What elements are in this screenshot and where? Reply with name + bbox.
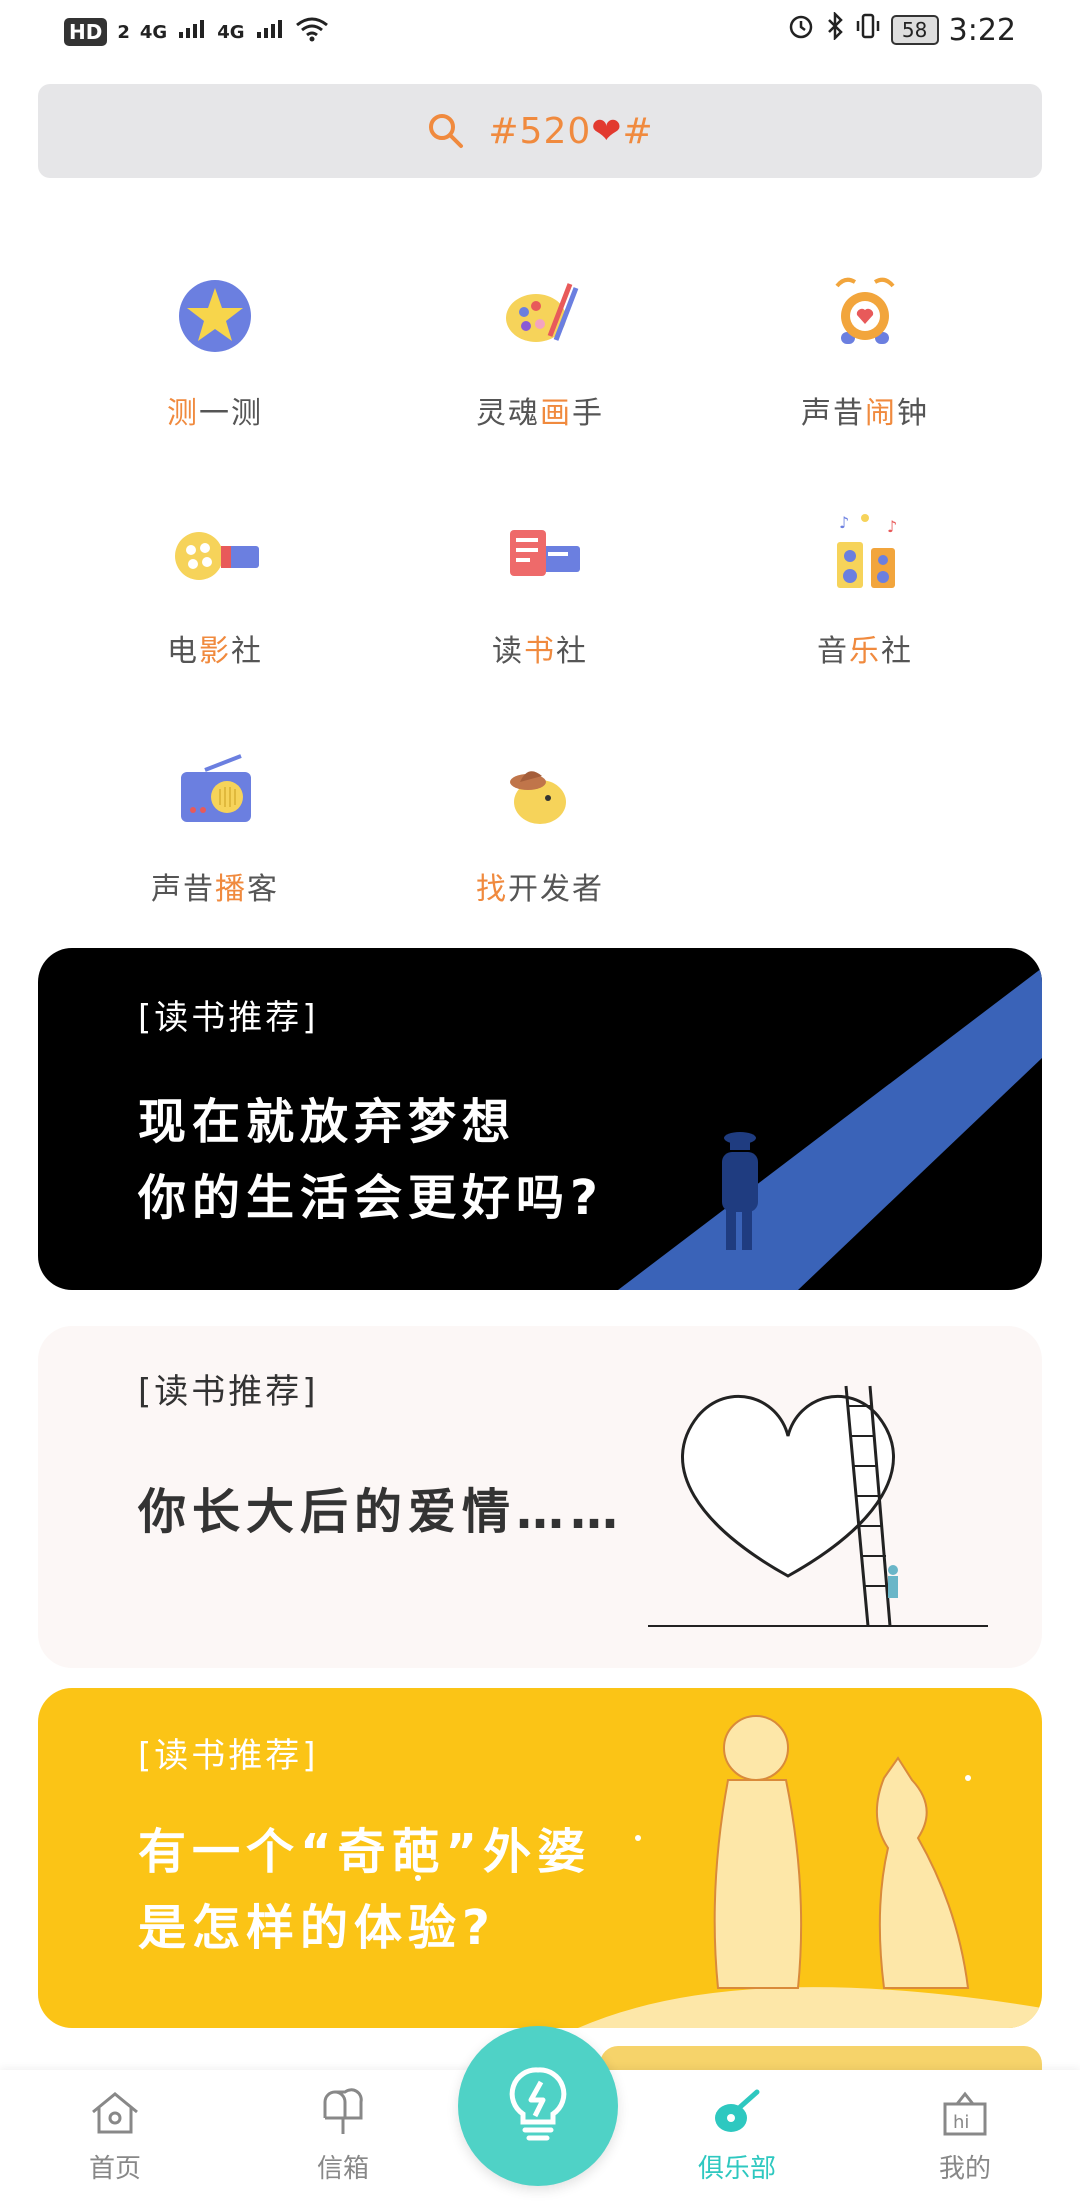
feature-label: 声昔闹钟 — [801, 396, 929, 431]
search-text-prefix: #520 — [488, 110, 592, 152]
mailbox-icon — [315, 2088, 371, 2142]
book-icon — [490, 504, 590, 604]
radio-icon — [165, 742, 265, 842]
signal-icon-2 — [255, 18, 285, 46]
lightbulb-fab-button[interactable] — [458, 2026, 618, 2186]
card-title-line: 是怎样的体验? — [138, 1900, 496, 1956]
tab-label: 我的 — [938, 2154, 991, 2184]
bluetooth-icon — [825, 10, 845, 48]
search-icon — [426, 111, 466, 151]
home-icon — [87, 2092, 143, 2142]
signal-icon-1 — [177, 18, 207, 46]
search-text-suffix: # — [622, 110, 654, 152]
feature-label: 找开发者 — [476, 872, 604, 907]
network-type-2: 4G — [217, 21, 245, 43]
feature-label: 声昔播客 — [151, 872, 279, 907]
feature-label: 灵魂画手 — [476, 396, 604, 431]
svg-text:♪: ♪ — [887, 517, 897, 536]
guitar-icon — [709, 2089, 765, 2142]
status-bar: HD 2 4G 4G 58 3:22 — [0, 0, 1080, 70]
card-tag: [读书推荐] — [138, 1372, 319, 1412]
feature-test[interactable]: 测一测 — [65, 266, 365, 432]
feature-podcast[interactable]: 声昔播客 — [65, 742, 365, 908]
card-title-line: 现在就放弃梦想 — [138, 1094, 517, 1150]
clock-time: 3:22 — [948, 12, 1016, 48]
card-title-line: 你的生活会更好吗? — [138, 1170, 604, 1226]
tab-mine[interactable]: hi 我的 — [900, 2088, 1030, 2185]
alarm-clock-icon — [815, 266, 915, 366]
search-hashtag: #520❤# — [488, 111, 653, 152]
vibrate-icon — [855, 12, 881, 48]
hi-box-icon: hi — [937, 2091, 993, 2142]
book-recommend-card-1[interactable]: [读书推荐] 现在就放弃梦想 你的生活会更好吗? — [38, 948, 1042, 1290]
feature-label: 测一测 — [167, 396, 263, 431]
feature-film-club[interactable]: 电影社 — [65, 504, 365, 670]
book-recommend-card-3[interactable]: [读书推荐] 有一个“奇葩”外婆 是怎样的体验? — [38, 1688, 1042, 2028]
wifi-icon — [295, 16, 329, 48]
card-title: 有一个“奇葩”外婆 是怎样的体验? — [138, 1814, 591, 1966]
card-title: 现在就放弃梦想 你的生活会更好吗? — [138, 1084, 604, 1236]
battery-level: 58 — [890, 15, 939, 45]
tab-label: 俱乐部 — [697, 2154, 776, 2184]
card-tag: [读书推荐] — [138, 998, 319, 1038]
search-bar[interactable]: #520❤# — [38, 84, 1042, 178]
tab-mailbox[interactable]: 信箱 — [278, 2088, 408, 2185]
feature-sound-alarm[interactable]: 声昔闹钟 — [715, 266, 1015, 432]
feature-label: 音乐社 — [817, 634, 913, 669]
feature-find-developer[interactable]: 找开发者 — [390, 742, 690, 908]
svg-text:♪: ♪ — [839, 513, 849, 532]
speaker-icon: ♪ ♪ — [815, 504, 915, 604]
network-type-1: 4G — [139, 21, 168, 43]
alarm-icon — [787, 12, 815, 48]
developer-mascot-icon — [490, 742, 590, 842]
film-projector-icon — [165, 504, 265, 604]
sim-index: 2 — [117, 21, 130, 43]
card-tag: [读书推荐] — [138, 1736, 319, 1776]
status-left: HD 2 4G 4G — [64, 16, 329, 48]
feature-soul-painter[interactable]: 灵魂画手 — [390, 266, 690, 432]
palette-icon — [490, 266, 590, 366]
card-title-line: 有一个“奇葩”外婆 — [138, 1824, 592, 1880]
heart-emoji: ❤ — [591, 110, 623, 152]
tab-home[interactable]: 首页 — [50, 2088, 180, 2185]
hd-badge: HD — [64, 18, 108, 46]
feature-music-club[interactable]: ♪ ♪ 音乐社 — [715, 504, 1015, 670]
card-title: 你长大后的爱情…… — [138, 1474, 624, 1550]
feature-label: 电影社 — [167, 634, 263, 669]
tab-label: 信箱 — [316, 2154, 369, 2184]
svg-text:hi: hi — [953, 2112, 969, 2133]
tab-club[interactable]: 俱乐部 — [672, 2088, 802, 2185]
status-right: 58 3:22 — [787, 10, 1016, 48]
feature-label: 读书社 — [492, 634, 588, 669]
book-recommend-card-2[interactable]: [读书推荐] 你长大后的爱情…… — [38, 1326, 1042, 1668]
card-title-line: 你长大后的爱情…… — [138, 1484, 625, 1540]
lightbulb-icon — [503, 2064, 573, 2148]
tab-label: 首页 — [88, 2154, 141, 2184]
star-icon — [165, 266, 265, 366]
feature-book-club[interactable]: 读书社 — [390, 504, 690, 670]
